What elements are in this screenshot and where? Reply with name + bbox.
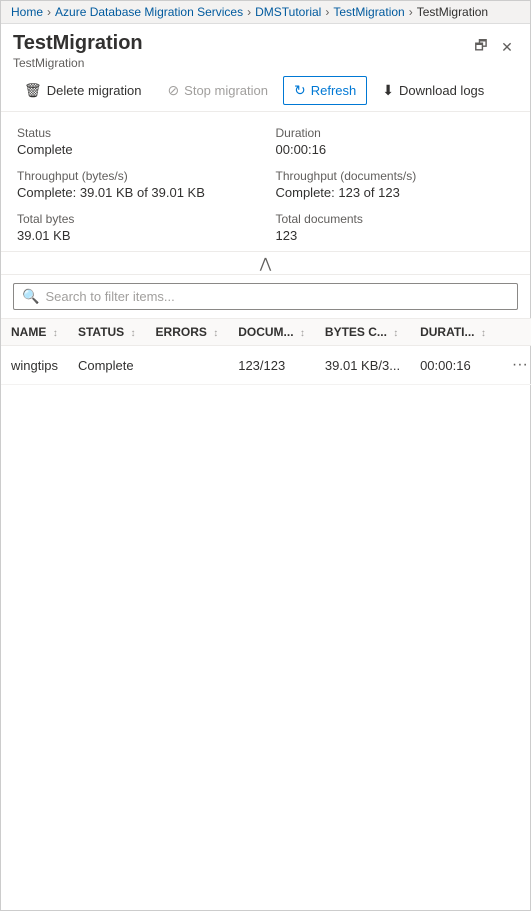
stop-migration-button[interactable]: ⊘ Stop migration — [156, 76, 279, 105]
collapse-icon: ⋀ — [260, 256, 271, 270]
breadcrumb-current: TestMigration — [417, 5, 488, 19]
stat-throughput-bytes-value: Complete: 39.01 KB of 39.01 KB — [17, 185, 256, 200]
stat-throughput-docs-label: Throughput (documents/s) — [276, 169, 515, 183]
refresh-icon: ↻ — [294, 82, 306, 99]
download-logs-button[interactable]: ⬇ Download logs — [371, 76, 495, 105]
stats-section: Status Complete Duration 00:00:16 Throug… — [1, 112, 530, 252]
cell-bytes: 39.01 KB/3... — [315, 346, 410, 385]
stat-duration-label: Duration — [276, 126, 515, 140]
cell-status: Complete — [68, 346, 146, 385]
stat-total-docs-label: Total documents — [276, 212, 515, 226]
table-header-row: NAME ↕ STATUS ↕ ERRORS ↕ DOCUM... ↕ BYTE… — [1, 319, 531, 346]
download-logs-label: Download logs — [399, 83, 484, 98]
collapse-bar[interactable]: ⋀ — [1, 252, 530, 275]
sort-icon-bytes: ↕ — [393, 328, 398, 339]
page-title: TestMigration — [13, 32, 143, 55]
stat-duration: Duration 00:00:16 — [276, 126, 515, 157]
search-bar: 🔍 — [1, 275, 530, 318]
stat-status-value: Complete — [17, 142, 256, 157]
stat-total-docs: Total documents 123 — [276, 212, 515, 243]
col-status: STATUS ↕ — [68, 319, 146, 346]
stop-icon: ⊘ — [167, 82, 179, 99]
breadcrumb-sep-2: › — [247, 5, 251, 19]
window-controls: 🗗 ✕ — [470, 32, 518, 58]
more-options-button[interactable]: ··· — [506, 354, 531, 376]
sort-icon-duration: ↕ — [481, 328, 486, 339]
breadcrumb-sep-1: › — [47, 5, 51, 19]
stat-throughput-bytes-label: Throughput (bytes/s) — [17, 169, 256, 183]
breadcrumb-testmigration-parent[interactable]: TestMigration — [333, 5, 404, 19]
col-name: NAME ↕ — [1, 319, 68, 346]
stat-status: Status Complete — [17, 126, 256, 157]
data-table: NAME ↕ STATUS ↕ ERRORS ↕ DOCUM... ↕ BYTE… — [1, 318, 531, 385]
stat-status-label: Status — [17, 126, 256, 140]
col-documents: DOCUM... ↕ — [228, 319, 315, 346]
col-duration: DURATI... ↕ — [410, 319, 496, 346]
page-subtitle: TestMigration — [13, 56, 143, 70]
page-title-group: TestMigration TestMigration — [13, 32, 143, 70]
table-row: wingtips Complete 123/123 39.01 KB/3... … — [1, 346, 531, 385]
window-close-button[interactable]: ✕ — [496, 36, 518, 58]
breadcrumb-dms[interactable]: Azure Database Migration Services — [55, 5, 243, 19]
cell-duration: 00:00:16 — [410, 346, 496, 385]
col-actions — [496, 319, 531, 346]
sort-icon-errors: ↕ — [213, 328, 218, 339]
search-input[interactable] — [45, 289, 509, 304]
download-icon: ⬇ — [382, 82, 394, 99]
refresh-label: Refresh — [311, 83, 357, 98]
stat-total-bytes: Total bytes 39.01 KB — [17, 212, 256, 243]
stat-throughput-docs: Throughput (documents/s) Complete: 123 o… — [276, 169, 515, 200]
breadcrumb-sep-4: › — [409, 5, 413, 19]
col-bytes: BYTES C... ↕ — [315, 319, 410, 346]
cell-name: wingtips — [1, 346, 68, 385]
stat-total-bytes-label: Total bytes — [17, 212, 256, 226]
cell-errors — [146, 346, 229, 385]
window-restore-button[interactable]: 🗗 — [470, 36, 492, 58]
col-errors: ERRORS ↕ — [146, 319, 229, 346]
search-input-wrap: 🔍 — [13, 283, 518, 310]
stat-throughput-bytes: Throughput (bytes/s) Complete: 39.01 KB … — [17, 169, 256, 200]
stop-migration-label: Stop migration — [184, 83, 268, 98]
breadcrumb-sep-3: › — [325, 5, 329, 19]
stat-total-docs-value: 123 — [276, 228, 515, 243]
page-header: TestMigration TestMigration 🗗 ✕ — [1, 24, 530, 70]
stat-throughput-docs-value: Complete: 123 of 123 — [276, 185, 515, 200]
cell-more: ··· — [496, 346, 531, 385]
refresh-button[interactable]: ↻ Refresh — [283, 76, 367, 105]
cell-documents: 123/123 — [228, 346, 315, 385]
breadcrumb: Home › Azure Database Migration Services… — [1, 1, 530, 24]
toolbar: 🗑 Delete migration ⊘ Stop migration ↻ Re… — [1, 70, 530, 112]
sort-icon-status: ↕ — [131, 328, 136, 339]
search-icon: 🔍 — [22, 288, 39, 305]
sort-icon-name: ↕ — [53, 328, 58, 339]
delete-migration-button[interactable]: 🗑 Delete migration — [13, 76, 152, 105]
sort-icon-documents: ↕ — [300, 328, 305, 339]
stat-total-bytes-value: 39.01 KB — [17, 228, 256, 243]
delete-migration-label: Delete migration — [47, 83, 142, 98]
stat-duration-value: 00:00:16 — [276, 142, 515, 157]
breadcrumb-dmstutorial[interactable]: DMSTutorial — [255, 5, 321, 19]
delete-icon: 🗑 — [24, 82, 42, 99]
breadcrumb-home[interactable]: Home — [11, 5, 43, 19]
